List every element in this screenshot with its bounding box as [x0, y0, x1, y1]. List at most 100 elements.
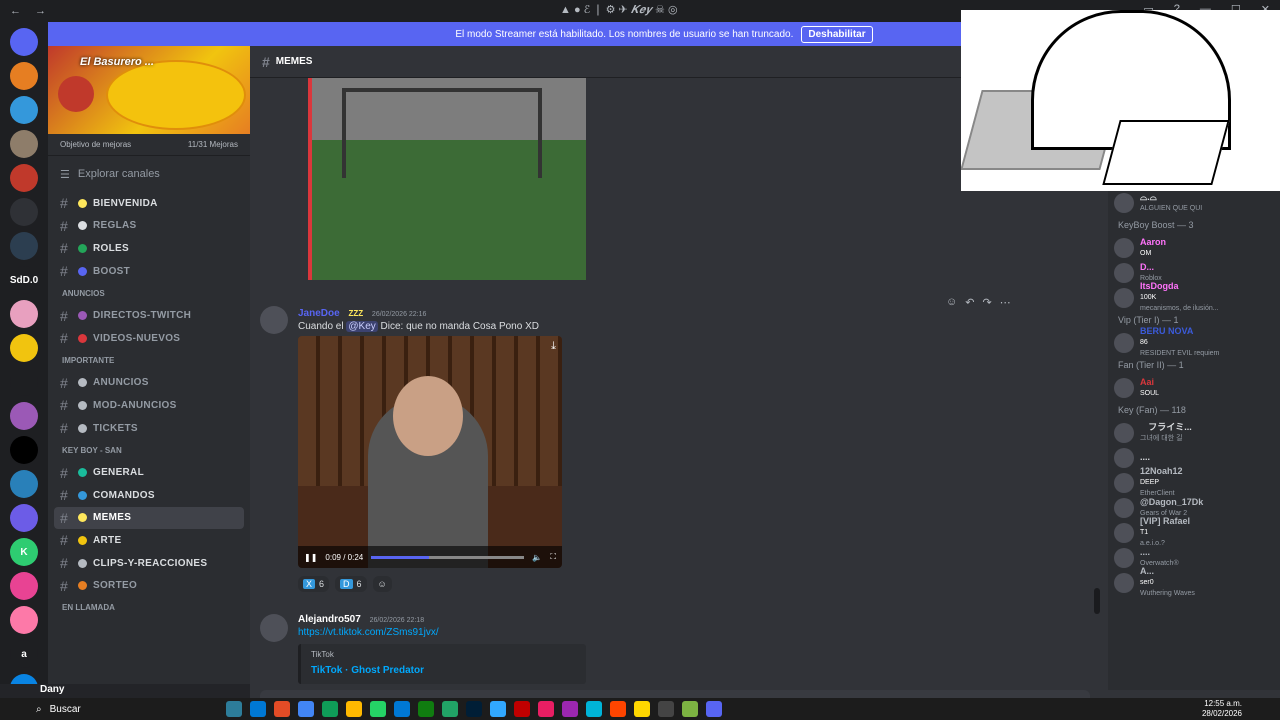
message-input[interactable] — [260, 690, 1090, 698]
member-item[interactable]: .... — [1108, 445, 1280, 470]
discord-avatar[interactable] — [260, 614, 288, 642]
channel-category[interactable]: ANUNCIOS — [48, 282, 250, 304]
previous-video[interactable] — [308, 78, 586, 280]
channel-bienvenida[interactable]: # BIENVENIDA — [48, 192, 250, 215]
channel-boost[interactable]: # BOOST — [48, 260, 250, 283]
taskbar-app-icon[interactable] — [322, 701, 338, 717]
channel-directos-twitch[interactable]: # DIRECTOS-TWITCH — [48, 304, 250, 327]
embed-title[interactable]: TikTok · Ghost Predator — [311, 665, 576, 676]
taskbar-app-icon[interactable] — [250, 701, 266, 717]
member-item[interactable]: A... ser0 Wuthering Waves — [1108, 566, 1280, 597]
taskbar-app-icon[interactable] — [442, 701, 458, 717]
disable-button[interactable]: Deshabilitar — [801, 25, 873, 43]
add-reaction-icon[interactable]: ☺ — [372, 576, 392, 592]
member-item[interactable]: @Dagon_17Dk Gears of War 2 — [1108, 495, 1280, 520]
message-author[interactable]: Alejandro507 26/02/2026 22:18 — [298, 614, 424, 625]
server-icon[interactable]: a — [10, 640, 38, 668]
clock[interactable]: 12:55 a.m. 28/02/2026 — [1202, 699, 1242, 719]
channel-anuncios[interactable]: # ANUNCIOS — [48, 372, 250, 395]
taskbar-app-icon[interactable] — [370, 701, 386, 717]
member-item[interactable]: ItsDogda 100K mecanismos, de ilusión... — [1108, 281, 1280, 312]
channel-general[interactable]: # GENERAL — [48, 461, 250, 484]
member-item[interactable]: ㅤフライミ... 그녀에 대한 길 — [1108, 420, 1280, 445]
fullscreen-icon[interactable]: ⛶ — [550, 552, 556, 562]
channel-arte[interactable]: # ARTE — [48, 529, 250, 552]
volume-icon[interactable]: 🔈 — [532, 553, 542, 562]
server-icon[interactable] — [10, 28, 38, 56]
taskbar-app-icon[interactable] — [538, 701, 554, 717]
server-icon[interactable] — [10, 232, 38, 260]
taskbar-app-icon[interactable] — [466, 701, 482, 717]
boost-goal[interactable]: Objetivo de mejoras 11/31 Mejoras — [48, 134, 250, 156]
download-icon[interactable]: ⤓ — [551, 340, 556, 353]
message-link[interactable]: https://vt.tiktok.com/ZSms91jvx/ — [298, 627, 439, 638]
taskbar-app-icon[interactable] — [418, 701, 434, 717]
taskbar-app-icon[interactable] — [682, 701, 698, 717]
member-item[interactable]: 12Noah12 DEEP EtherClient — [1108, 466, 1280, 497]
server-icon[interactable] — [10, 62, 38, 90]
taskbar-app-icon[interactable] — [514, 701, 530, 717]
guild-name[interactable]: El Basurero ... — [80, 56, 154, 68]
channel-category[interactable]: KEY BOY - SAN — [48, 439, 250, 461]
server-icon[interactable] — [10, 470, 38, 498]
server-icon[interactable] — [10, 606, 38, 634]
server-icon[interactable] — [10, 164, 38, 192]
member-item[interactable]: ⌓.⌓ ALGUIEN QUE QUI — [1108, 190, 1280, 215]
server-icon[interactable] — [10, 402, 38, 430]
reaction[interactable]: D6 — [335, 576, 367, 592]
taskbar-app-icon[interactable] — [490, 701, 506, 717]
member-item[interactable]: Aaron OM — [1108, 235, 1280, 260]
member-item[interactable]: BERU NOVA 86 RESIDENT EVIL requiem — [1108, 326, 1280, 357]
server-icon[interactable] — [10, 436, 38, 464]
server-icon[interactable] — [10, 334, 38, 362]
video-progress[interactable] — [371, 555, 525, 559]
server-icon[interactable] — [10, 198, 38, 226]
message-author[interactable]: JaneDoe ZZZ 26/02/2026 22:16 — [298, 308, 426, 319]
scrollbar[interactable] — [1094, 588, 1100, 614]
taskbar-app-icon[interactable] — [394, 701, 410, 717]
guild-banner[interactable]: El Basurero ... — [48, 46, 250, 134]
server-icon[interactable] — [10, 96, 38, 124]
taskbar-app-icon[interactable] — [658, 701, 674, 717]
user-panel[interactable]: Dany — [0, 684, 250, 698]
channel-tickets[interactable]: # TICKETS — [48, 417, 250, 440]
channel-clips-y-reacciones[interactable]: # CLIPS-Y-REACCIONES — [48, 552, 250, 575]
taskbar-app-icon[interactable] — [610, 701, 626, 717]
forward-icon[interactable]: → — [35, 5, 46, 17]
reaction[interactable]: X6 — [298, 576, 330, 592]
channel-memes[interactable]: # MEMES — [54, 506, 244, 530]
server-icon[interactable] — [10, 130, 38, 158]
more-icon[interactable]: ⋯ — [1000, 296, 1011, 309]
reply-icon[interactable]: ↶ — [965, 296, 974, 309]
mention[interactable]: @Key — [346, 321, 378, 332]
server-icon[interactable] — [10, 504, 38, 532]
server-icon[interactable] — [10, 368, 38, 396]
taskbar-app-icon[interactable] — [562, 701, 578, 717]
back-icon[interactable]: ← — [10, 5, 21, 17]
member-item[interactable]: Aai SOUL — [1108, 375, 1280, 400]
server-icon[interactable] — [10, 572, 38, 600]
taskbar-app-icon[interactable] — [586, 701, 602, 717]
channel-category[interactable]: IMPORTANTE — [48, 350, 250, 372]
channel-videos-nuevos[interactable]: # VIDEOS-NUEVOS — [48, 327, 250, 350]
link-embed[interactable]: TikTok TikTok · Ghost Predator — [298, 644, 586, 684]
taskbar-app-icon[interactable] — [226, 701, 242, 717]
react-icon[interactable]: ☺ — [946, 296, 957, 309]
taskbar-app-icon[interactable] — [346, 701, 362, 717]
explore-channels[interactable]: ☰ Explorar canales — [48, 156, 250, 192]
channel-mod-anuncios[interactable]: # MOD-ANUNCIOS — [48, 394, 250, 417]
channel-comandos[interactable]: # COMANDOS — [48, 484, 250, 507]
taskbar-app-icon[interactable] — [634, 701, 650, 717]
taskbar-search[interactable]: ⌕ Buscar — [36, 700, 186, 718]
channel-sorteo[interactable]: # SORTEO — [48, 574, 250, 597]
member-item[interactable]: [VIP] Rafael T1 a.e.i.o.? — [1108, 516, 1280, 547]
channel-reglas[interactable]: # REGLAS — [48, 215, 250, 238]
taskbar-app-icon[interactable] — [274, 701, 290, 717]
taskbar-app-icon[interactable] — [706, 701, 722, 717]
channel-roles[interactable]: # ROLES — [48, 237, 250, 260]
forward-msg-icon[interactable]: ↷ — [982, 296, 991, 309]
channel-category[interactable]: EN LLAMADA — [48, 597, 250, 619]
server-icon[interactable] — [10, 300, 38, 328]
avatar[interactable] — [260, 306, 288, 334]
pause-icon[interactable]: ❚❚ — [304, 553, 317, 562]
